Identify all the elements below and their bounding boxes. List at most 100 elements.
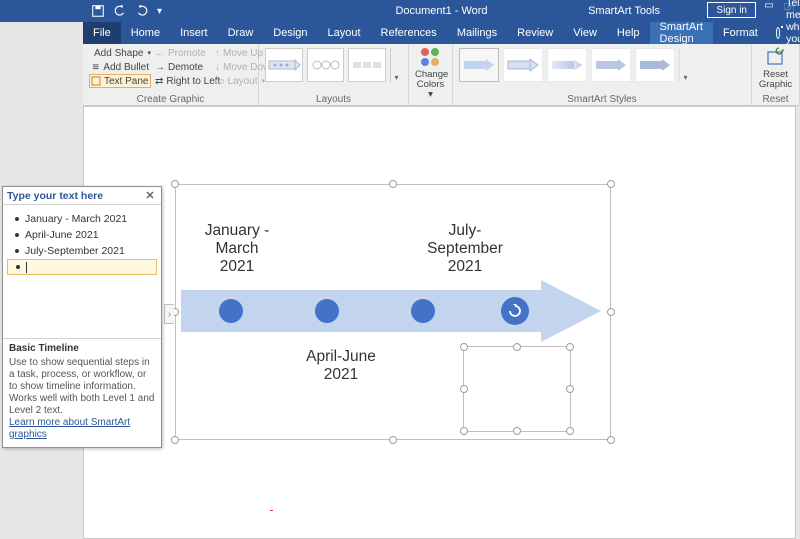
smartart-object[interactable]: › January - March 2021 April-June 2021 J… — [175, 184, 611, 440]
node-handle-bl[interactable] — [460, 427, 468, 435]
timeline-dot-1[interactable] — [219, 299, 243, 323]
timeline-arrow[interactable] — [181, 280, 601, 342]
add-bullet-icon — [91, 62, 100, 72]
tab-mailings[interactable]: Mailings — [447, 22, 507, 44]
layout-thumb-3[interactable] — [348, 48, 386, 82]
style-thumb-3[interactable] — [547, 48, 587, 82]
right-to-left-button[interactable]: ⇄Right to Left — [153, 74, 211, 88]
node-handle-tl[interactable] — [460, 343, 468, 351]
close-icon[interactable]: ✕ — [143, 189, 157, 203]
node-handle-tr[interactable] — [566, 343, 574, 351]
move-up-icon: ↑ — [215, 48, 220, 58]
styles-more-button[interactable]: ▾ — [679, 48, 691, 82]
timeline-dot-3[interactable] — [411, 299, 435, 323]
sign-in-button[interactable]: Sign in — [707, 2, 756, 18]
timeline-label-2[interactable]: April-June 2021 — [291, 348, 391, 384]
ribbon-tabs: File Home Insert Draw Design Layout Refe… — [83, 22, 800, 44]
resize-handle-t[interactable] — [389, 180, 397, 188]
tab-help[interactable]: Help — [607, 22, 650, 44]
qat-customize-icon[interactable]: ▾ — [157, 6, 162, 17]
tab-references[interactable]: References — [371, 22, 447, 44]
tab-design[interactable]: Design — [263, 22, 317, 44]
tab-layout[interactable]: Layout — [318, 22, 371, 44]
undo-icon[interactable] — [113, 4, 127, 18]
timeline-empty-node-selected[interactable] — [463, 346, 571, 432]
resize-handle-r[interactable] — [607, 308, 615, 316]
timeline-dot-2[interactable] — [315, 299, 339, 323]
text-pane-icon — [91, 76, 101, 86]
tab-file[interactable]: File — [83, 22, 121, 44]
layouts-more-button[interactable]: ▾ — [390, 48, 402, 82]
document-title: Document1 - Word — [395, 5, 487, 17]
style-thumb-4[interactable] — [591, 48, 631, 82]
smartart-text-pane[interactable]: Type your text here ✕ January - March 20… — [2, 186, 162, 448]
style-thumb-5[interactable] — [635, 48, 675, 82]
node-handle-b[interactable] — [513, 427, 521, 435]
tab-draw[interactable]: Draw — [218, 22, 264, 44]
demote-button[interactable]: →Demote — [153, 60, 211, 74]
text-pane-item-active[interactable] — [7, 259, 157, 275]
text-pane-list: January - March 2021 April-June 2021 Jul… — [3, 205, 161, 281]
style-thumb-1[interactable] — [459, 48, 499, 82]
tab-review[interactable]: Review — [507, 22, 563, 44]
node-handle-l[interactable] — [460, 385, 468, 393]
reset-graphic-button[interactable]: ResetGraphic Reset — [752, 44, 800, 106]
demote-icon: → — [155, 62, 165, 72]
add-bullet-button[interactable]: Add Bullet — [89, 60, 151, 74]
resize-handle-b[interactable] — [389, 436, 397, 444]
node-handle-t[interactable] — [513, 343, 521, 351]
title-bar: ▾ Document1 - Word SmartArt Tools Sign i… — [0, 0, 800, 22]
change-colors-icon — [419, 46, 443, 68]
ribbon-options-icon[interactable]: ▭ — [762, 0, 776, 15]
group-label-reset: Reset — [752, 94, 799, 106]
lightbulb-icon — [776, 27, 780, 39]
style-thumb-2[interactable] — [503, 48, 543, 82]
save-icon[interactable] — [91, 4, 105, 18]
text-pane-item[interactable]: July-September 2021 — [7, 243, 157, 259]
text-cursor — [26, 262, 27, 273]
right-to-left-icon: ⇄ — [155, 76, 163, 86]
bullet-icon — [15, 233, 19, 237]
tab-view[interactable]: View — [563, 22, 607, 44]
resize-handle-tl[interactable] — [171, 180, 179, 188]
group-label-create-graphic: Create Graphic — [83, 94, 258, 106]
redo-icon[interactable] — [135, 4, 149, 18]
text-pane-item[interactable]: January - March 2021 — [7, 211, 157, 227]
reset-icon — [765, 46, 787, 68]
timeline-dot-4-active[interactable] — [501, 297, 529, 325]
proofing-mark — [270, 508, 274, 512]
group-create-graphic: Add Shape▾ Add Bullet Text Pane ←Promote… — [83, 44, 259, 106]
group-layouts: ▾ Layouts — [259, 44, 409, 106]
node-handle-br[interactable] — [566, 427, 574, 435]
group-smartart-styles: ▾ SmartArt Styles — [453, 44, 752, 106]
layout-thumb-2[interactable] — [307, 48, 345, 82]
learn-more-link[interactable]: Learn more about SmartArt graphics — [9, 417, 130, 440]
tab-insert[interactable]: Insert — [170, 22, 218, 44]
tell-me-search[interactable]: Tell me what you want to do — [776, 22, 800, 44]
quick-access-toolbar: ▾ — [83, 4, 162, 18]
timeline-label-1[interactable]: January - March 2021 — [187, 222, 287, 276]
timeline-label-3[interactable]: July- September 2021 — [405, 222, 525, 276]
change-colors-button[interactable]: ChangeColors ▾ — [409, 44, 453, 106]
tab-format[interactable]: Format — [713, 22, 768, 44]
contextual-tools-label: SmartArt Tools — [588, 5, 660, 17]
move-up-button: ↑Move Up — [213, 46, 263, 60]
group-label-smartart-styles: SmartArt Styles — [453, 94, 751, 106]
layout-thumb-1[interactable] — [265, 48, 303, 82]
add-shape-button[interactable]: Add Shape▾ — [89, 46, 151, 60]
move-down-button: ↓Move Down — [213, 60, 263, 74]
resize-handle-tr[interactable] — [607, 180, 615, 188]
text-pane-item[interactable]: April-June 2021 — [7, 227, 157, 243]
text-pane-title: Type your text here — [7, 190, 103, 202]
tab-smartart-design[interactable]: SmartArt Design — [650, 22, 713, 44]
move-down-icon: ↓ — [215, 62, 220, 72]
tab-home[interactable]: Home — [121, 22, 170, 44]
node-handle-r[interactable] — [566, 385, 574, 393]
text-pane-toggle-handle[interactable]: › — [164, 304, 174, 324]
resize-handle-br[interactable] — [607, 436, 615, 444]
text-pane-footer-title: Basic Timeline — [9, 343, 155, 355]
bullet-icon — [15, 249, 19, 253]
resize-handle-bl[interactable] — [171, 436, 179, 444]
group-label-layouts: Layouts — [259, 94, 408, 106]
text-pane-button[interactable]: Text Pane — [89, 74, 151, 88]
